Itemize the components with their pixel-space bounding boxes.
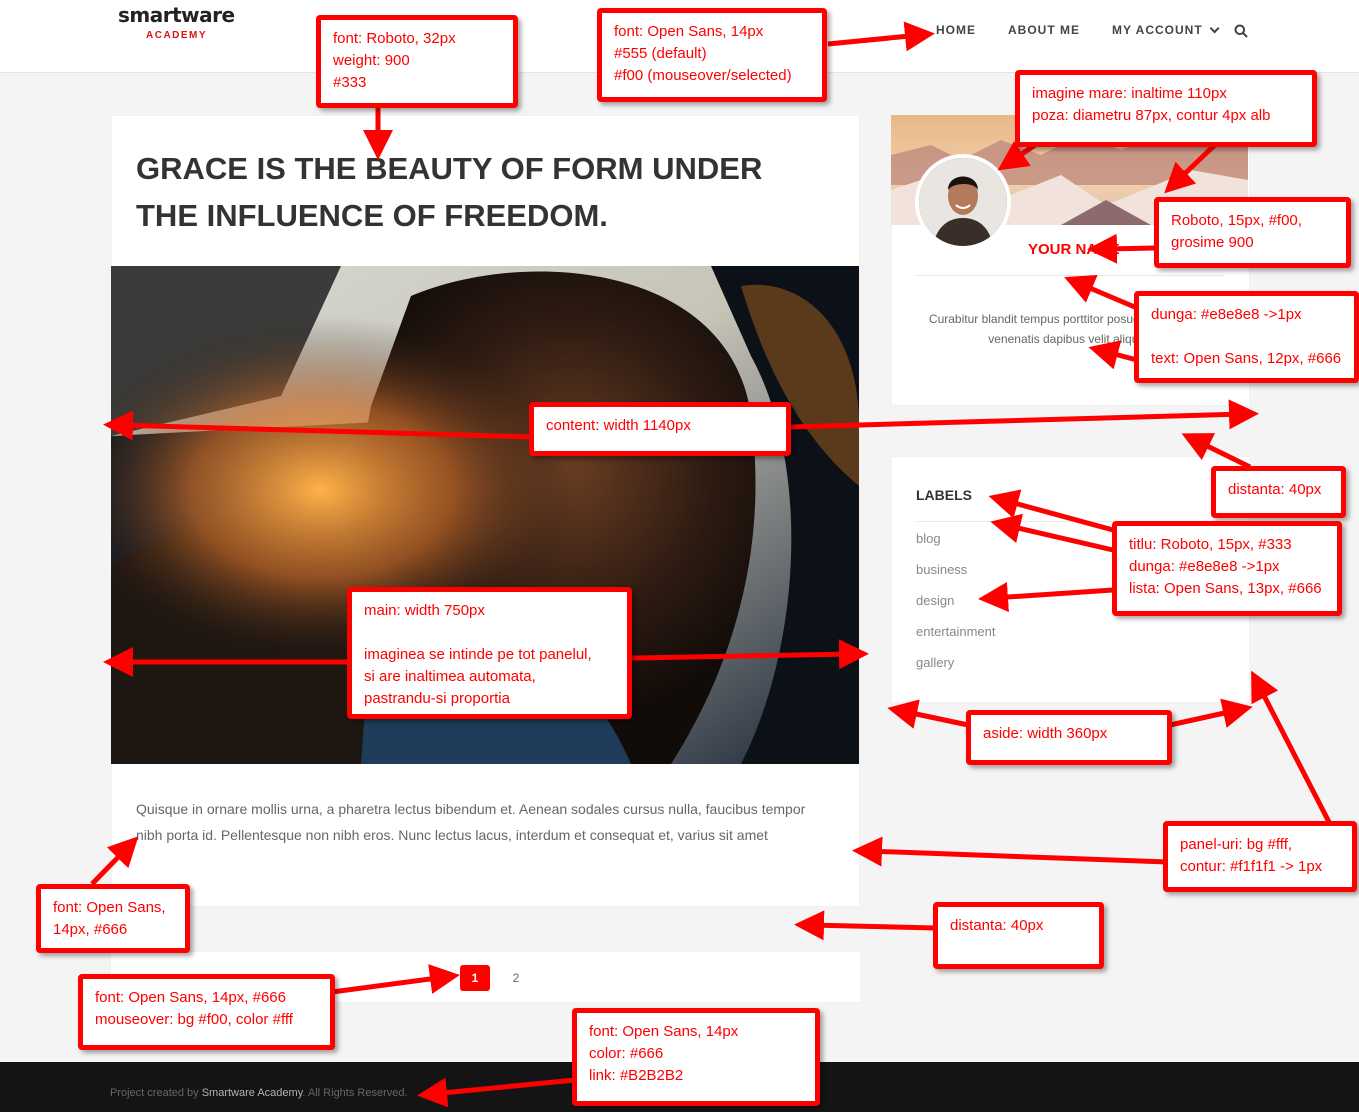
labels-title: LABELS — [916, 487, 972, 503]
logo-text: smartware — [118, 3, 235, 27]
main-nav: HOME ABOUT ME MY ACCOUNT — [936, 23, 1248, 37]
annotation-aside-width: aside: width 360px — [966, 710, 1172, 765]
chevron-down-icon — [1209, 23, 1220, 34]
annotation-labels-style: titlu: Roboto, 15px, #333 dunga: #e8e8e8… — [1112, 521, 1342, 616]
annotation-distance-top: distanta: 40px — [1211, 466, 1346, 518]
nav-about-me[interactable]: ABOUT ME — [1008, 23, 1080, 37]
annotation-banner: imagine mare: inaltime 110px poza: diame… — [1015, 70, 1317, 147]
label-blog[interactable]: blog — [916, 531, 941, 546]
annotation-bio-text: text: Open Sans, 12px, #666 — [1151, 350, 1342, 367]
page-1-button[interactable]: 1 — [460, 965, 490, 991]
search-icon[interactable] — [1234, 24, 1248, 38]
annotation-content-width: content: width 1140px — [529, 402, 791, 456]
footer-prefix: Project created by — [110, 1087, 202, 1099]
annotation-nav-font: font: Open Sans, 14px #555 (default) #f0… — [597, 8, 827, 102]
page-2-button[interactable]: 2 — [501, 965, 531, 991]
annotation-name-font: Roboto, 15px, #f00, grosime 900 — [1154, 197, 1351, 268]
label-business[interactable]: business — [916, 562, 967, 577]
annotation-main-width: main: width 750px imaginea se intinde pe… — [347, 587, 632, 719]
annotation-footer-font: font: Open Sans, 14px color: #666 link: … — [572, 1008, 820, 1106]
annotation-bio: dunga: #e8e8e8 ->1px text: Open Sans, 12p… — [1134, 291, 1359, 383]
annotation-distance-bottom: distanta: 40px — [933, 902, 1104, 969]
nav-my-account[interactable]: MY ACCOUNT — [1112, 23, 1220, 37]
footer-link[interactable]: Smartware Academy — [202, 1087, 303, 1099]
logo-subtext: ACADEMY — [146, 30, 208, 41]
profile-name: YOUR NAME — [1028, 241, 1120, 258]
post-excerpt: Quisque in ornare mollis urna, a pharetr… — [136, 801, 806, 843]
site-logo[interactable]: smartware ACADEMY — [118, 3, 235, 41]
annotation-panels: panel-uri: bg #fff, contur: #f1f1f1 -> 1… — [1163, 821, 1357, 892]
profile-avatar — [915, 154, 1011, 250]
nav-home[interactable]: HOME — [936, 23, 976, 37]
annotation-title-font: font: Roboto, 32px weight: 900 #333 — [316, 15, 518, 108]
nav-my-account-label: MY ACCOUNT — [1112, 23, 1203, 37]
label-gallery[interactable]: gallery — [916, 655, 954, 670]
label-design[interactable]: design — [916, 593, 954, 608]
profile-divider — [916, 275, 1224, 276]
post-title[interactable]: GRACE IS THE BEAUTY OF FORM UNDER THE IN… — [136, 145, 826, 239]
annotation-post-font: font: Open Sans, 14px, #666 — [36, 884, 190, 953]
label-entertainment[interactable]: entertainment — [916, 624, 996, 639]
annotation-bio-divider: dunga: #e8e8e8 ->1px — [1151, 306, 1302, 323]
footer-copyright: Project created by Smartware Academy. Al… — [110, 1087, 408, 1099]
annotation-pagination-font: font: Open Sans, 14px, #666 mouseover: b… — [78, 974, 335, 1050]
footer-suffix: . All Rights Reserved. — [302, 1087, 408, 1099]
